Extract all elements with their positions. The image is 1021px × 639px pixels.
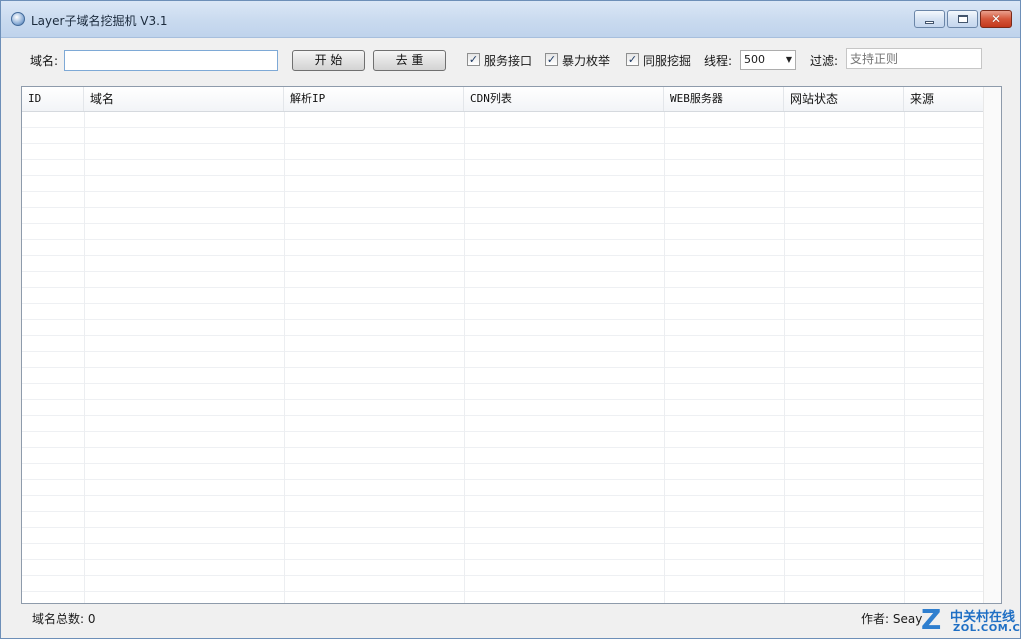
column-header-id[interactable]: ID xyxy=(22,87,84,111)
column-divider xyxy=(284,112,285,603)
table-header: ID 域名 解析IP CDN列表 WEB服务器 网站状态 来源 xyxy=(22,87,984,112)
column-header-resolved-ip[interactable]: 解析IP xyxy=(284,87,464,111)
close-button[interactable]: ✕ xyxy=(980,10,1012,28)
results-table[interactable]: ID 域名 解析IP CDN列表 WEB服务器 网站状态 来源 xyxy=(21,86,1002,604)
minimize-button[interactable] xyxy=(914,10,945,28)
close-icon: ✕ xyxy=(990,12,1002,26)
column-header-source[interactable]: 来源 xyxy=(904,87,984,111)
app-icon xyxy=(11,12,25,26)
threads-value: 500 xyxy=(744,53,765,66)
domain-total-label: 域名总数: xyxy=(32,612,85,626)
maximize-icon xyxy=(958,15,968,23)
same-server-label: 同服挖掘 xyxy=(643,54,692,68)
zol-logo-icon: Z xyxy=(921,603,942,636)
column-divider xyxy=(904,112,905,603)
column-divider xyxy=(784,112,785,603)
title-bar[interactable]: Layer子域名挖掘机 V3.1 ✕ xyxy=(1,1,1020,38)
column-header-cdn-list[interactable]: CDN列表 xyxy=(464,87,664,111)
filter-label: 过滤: xyxy=(810,54,839,68)
toolbar: 域名: 开 始 去 重 ✓ 服务接口 ✓ 暴力枚举 ✓ 同服挖掘 线程: 500… xyxy=(1,38,1020,84)
domain-label: 域名: xyxy=(30,54,59,68)
column-divider xyxy=(664,112,665,603)
table-body xyxy=(22,112,1001,603)
dedupe-button[interactable]: 去 重 xyxy=(373,50,446,71)
filter-input[interactable] xyxy=(846,48,982,69)
domain-total-value: 0 xyxy=(87,612,96,626)
column-divider xyxy=(464,112,465,603)
app-window: Layer子域名挖掘机 V3.1 ✕ 域名: 开 始 去 重 ✓ 服务接口 ✓ … xyxy=(0,0,1021,639)
minimize-icon xyxy=(925,21,934,24)
domain-input[interactable] xyxy=(64,50,278,71)
domain-total: 域名总数: 0 xyxy=(32,610,96,627)
service-api-label: 服务接口 xyxy=(484,54,533,68)
zol-watermark: Z 中关村在线 ZOL.COM.CN xyxy=(917,604,1021,639)
author-label: 作者: xyxy=(861,612,890,626)
start-button[interactable]: 开 始 xyxy=(292,50,365,71)
checkbox-check-icon[interactable]: ✓ xyxy=(626,53,639,66)
column-header-domain[interactable]: 域名 xyxy=(84,87,284,111)
column-divider xyxy=(84,112,85,603)
threads-label: 线程: xyxy=(704,54,733,68)
checkbox-check-icon[interactable]: ✓ xyxy=(467,53,480,66)
column-header-site-status[interactable]: 网站状态 xyxy=(784,87,904,111)
zol-name-en: ZOL.COM.CN xyxy=(953,623,1021,634)
threads-select[interactable]: 500 ▼ xyxy=(740,50,796,70)
bruteforce-label: 暴力枚举 xyxy=(562,54,611,68)
checkbox-check-icon[interactable]: ✓ xyxy=(545,53,558,66)
window-title: Layer子域名挖掘机 V3.1 xyxy=(31,14,168,28)
maximize-button[interactable] xyxy=(947,10,978,28)
status-bar: 域名总数: 0 作者: Seay xyxy=(1,605,1020,638)
vertical-scrollbar[interactable] xyxy=(983,87,1001,603)
dropdown-arrow-icon[interactable]: ▼ xyxy=(786,55,792,64)
column-header-web-server[interactable]: WEB服务器 xyxy=(664,87,784,111)
author-credit: 作者: Seay xyxy=(861,610,922,627)
